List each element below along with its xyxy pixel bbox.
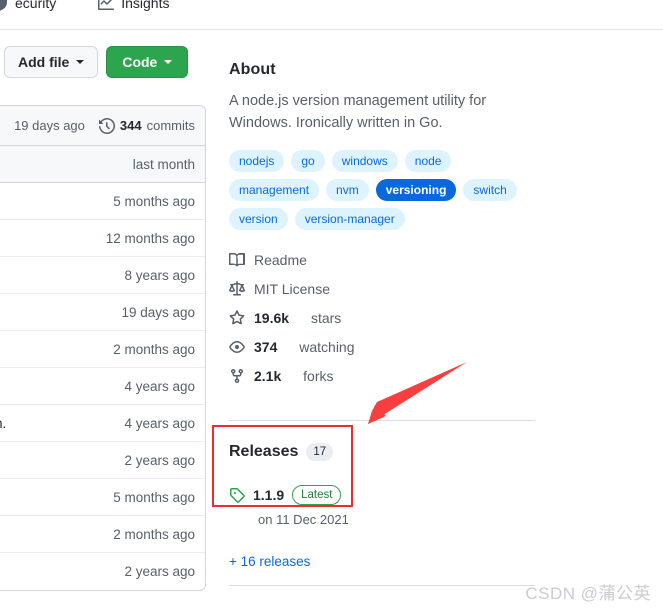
topic-tag[interactable]: version-manager: [294, 208, 405, 230]
tab-security-label: ecurity: [15, 0, 57, 11]
releases-count-badge: 17: [306, 443, 334, 461]
topic-tag[interactable]: switch: [463, 179, 517, 201]
topic-tag[interactable]: go: [291, 150, 325, 172]
code-button[interactable]: Code: [106, 46, 189, 78]
file-row[interactable]: 19 days ago: [0, 294, 205, 331]
repo-stat-label: Readme: [254, 251, 307, 268]
repo-nav-tabs: ecurity Insights: [0, 0, 663, 29]
topic-tag[interactable]: version: [229, 208, 288, 230]
releases-title: Releases: [229, 443, 299, 460]
about-heading: About: [229, 61, 276, 78]
file-row[interactable]: n. 4 years ago: [0, 405, 205, 442]
file-row-time: 12 months ago: [105, 230, 195, 246]
topic-tag[interactable]: management: [229, 179, 320, 201]
star-icon: [229, 309, 245, 326]
repo-stat-value: 2.1k: [254, 367, 282, 384]
latest-commit-time: 19 days ago: [14, 118, 85, 133]
releases-divider-bottom: [229, 585, 535, 586]
tab-insights[interactable]: Insights: [88, 0, 179, 10]
file-row[interactable]: 8 years ago: [0, 257, 205, 294]
file-row[interactable]: 2 months ago: [0, 331, 205, 368]
file-row-time: 4 years ago: [124, 378, 195, 394]
topic-tag-list: nodejs go windows node management nvm versioni…: [229, 134, 529, 230]
law-icon: [229, 280, 245, 297]
book-icon: [229, 252, 245, 268]
file-commit-message-fragment: n.: [0, 415, 7, 431]
history-icon: [98, 117, 115, 134]
add-file-label: Add file: [18, 54, 70, 70]
repo-stat-item[interactable]: Readme: [229, 250, 539, 269]
about-sidebar: About A node.js version management utili…: [229, 31, 539, 385]
repo-stat-label: watching: [299, 338, 355, 355]
file-row[interactable]: 5 months ago: [0, 479, 205, 516]
repo-stat-label: MIT License: [254, 280, 330, 297]
file-row-time: 2 months ago: [113, 526, 195, 542]
file-row[interactable]: 2 years ago: [0, 553, 205, 590]
repo-stat-item[interactable]: 374 watching: [229, 337, 539, 356]
releases-section: Releases 17 1.1.9 Latest on 11 Dec 2021 …: [229, 440, 535, 569]
file-row[interactable]: 2 years ago: [0, 442, 205, 479]
latest-release-date: on 11 Dec 2021: [258, 512, 349, 527]
add-file-button[interactable]: Add file: [4, 46, 99, 78]
repo-stat-value: 19.6k: [254, 309, 290, 326]
repo-stat-item[interactable]: MIT License: [229, 279, 539, 298]
repo-stat-label: stars: [310, 309, 342, 326]
shield-icon: [0, 0, 8, 11]
topic-tag[interactable]: windows: [331, 150, 398, 172]
file-row-time: last month: [132, 156, 195, 172]
repo-nav-bar: ecurity Insights: [0, 0, 663, 30]
latest-release-version: 1.1.9: [253, 487, 285, 503]
repo-stat-value: 374: [254, 338, 278, 355]
fork-icon: [229, 368, 245, 384]
file-row-time: 4 years ago: [124, 415, 195, 431]
file-row[interactable]: 4 years ago: [0, 368, 205, 405]
topic-tag[interactable]: node: [404, 150, 452, 172]
file-row-time: 2 years ago: [124, 564, 195, 579]
repo-stat-label: forks: [303, 367, 334, 384]
commits-label: commits: [146, 118, 195, 133]
file-row[interactable]: last month: [0, 146, 205, 183]
file-row-time: 5 months ago: [113, 193, 195, 209]
repo-stat-item[interactable]: 19.6k stars: [229, 308, 539, 327]
file-row-time: 5 months ago: [113, 489, 195, 505]
releases-heading-row[interactable]: Releases 17: [229, 440, 535, 464]
file-row-time: 8 years ago: [124, 267, 195, 283]
repo-content-column: Add file Code 19 days ago 344 commits la…: [0, 31, 206, 614]
csdn-watermark: CSDN @蒲公英: [525, 584, 651, 603]
tab-security[interactable]: ecurity: [0, 0, 66, 11]
latest-release-row[interactable]: 1.1.9 Latest: [229, 464, 535, 506]
file-row-time: 19 days ago: [121, 304, 195, 320]
repo-action-buttons: Add file Code: [0, 46, 189, 78]
latest-badge: Latest: [292, 485, 342, 505]
file-row[interactable]: 2 months ago: [0, 516, 205, 553]
file-list-box: 19 days ago 344 commits last month 5 mont…: [0, 105, 206, 591]
repo-stats-list: Readme MIT License 19.6k stars 374 watching…: [229, 230, 539, 385]
about-divider-top: [229, 420, 535, 421]
tab-insights-label: Insights: [121, 0, 170, 11]
topic-tag[interactable]: nodejs: [229, 150, 285, 172]
eye-icon: [229, 339, 245, 355]
file-row[interactable]: 5 months ago: [0, 183, 205, 220]
file-rows: last month 5 months ago 12 months ago 8 yea…: [0, 146, 205, 590]
chevron-down-icon: [76, 60, 85, 64]
file-row-time: 2 months ago: [113, 341, 195, 357]
about-description: A node.js version management utility for…: [229, 93, 487, 131]
file-row[interactable]: 12 months ago: [0, 220, 205, 257]
topic-tag[interactable]: versioning: [375, 179, 457, 201]
repo-stat-item[interactable]: 2.1k forks: [229, 366, 539, 385]
commits-count: 344: [119, 118, 142, 133]
file-row-time: 2 years ago: [124, 452, 195, 468]
topic-tag[interactable]: nvm: [326, 179, 369, 201]
commits-link[interactable]: 344 commits: [98, 117, 195, 134]
file-list-header: 19 days ago 344 commits: [0, 106, 205, 146]
code-label: Code: [122, 54, 158, 70]
graph-icon: [98, 0, 115, 11]
more-releases-link[interactable]: + 16 releases: [229, 527, 535, 569]
tag-icon: [229, 487, 245, 503]
chevron-down-icon: [164, 60, 173, 64]
